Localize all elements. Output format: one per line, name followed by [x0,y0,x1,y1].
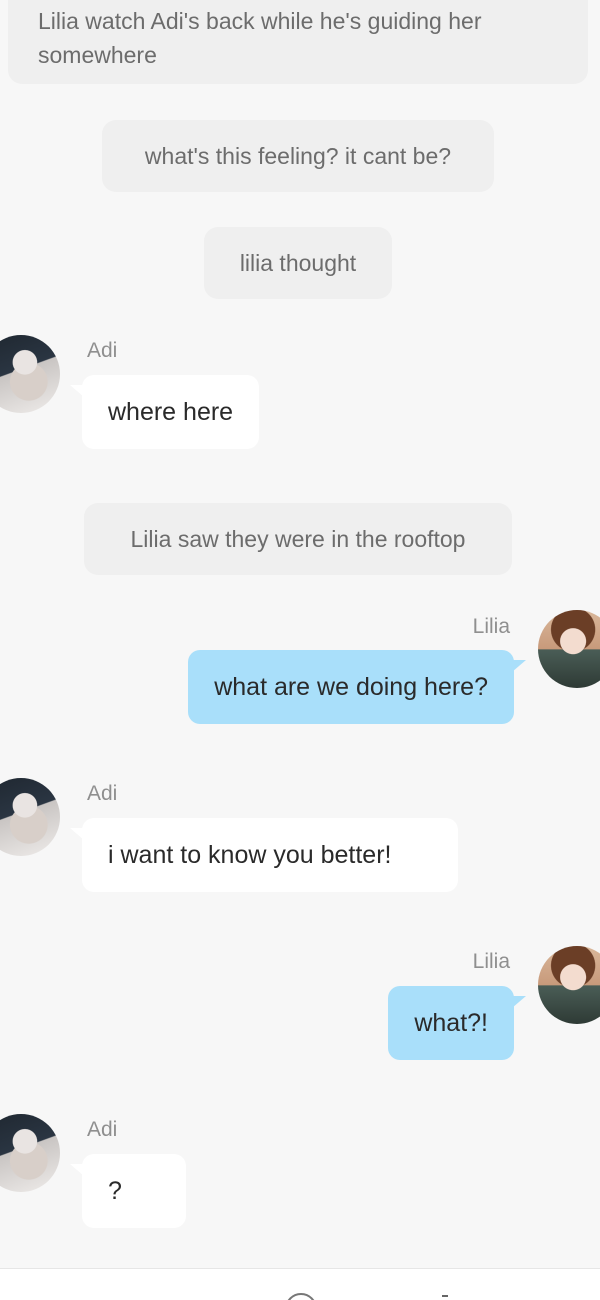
toolbar-icon[interactable] [442,1295,448,1297]
sender-name-adi: Adi [87,782,118,805]
chat-screen: Lilia watch Adi's back while he's guidin… [0,0,600,1300]
bottom-toolbar [0,1268,600,1300]
adi-message-bubble[interactable]: where here [69,375,260,449]
adi-message-bubble[interactable]: ? [70,1154,186,1228]
narration-message: what's this feeling? it cant be? [102,120,494,192]
lilia-message-bubble[interactable]: what?! [388,986,526,1060]
sender-name-adi: Adi [87,1118,118,1141]
lilia-avatar[interactable] [538,946,600,1024]
narration-message: Lilia watch Adi's back while he's guidin… [8,0,588,84]
sender-name-lilia: Lilia [472,950,510,973]
adi-avatar[interactable] [0,778,60,856]
adi-avatar[interactable] [0,1114,60,1192]
narration-message: Lilia saw they were in the rooftop [84,503,512,575]
sender-name-adi: Adi [87,339,118,362]
sender-name-lilia: Lilia [472,615,510,638]
narration-message: lilia thought [204,227,392,299]
circle-icon[interactable] [285,1293,317,1300]
adi-message-bubble[interactable]: i want to know you better! [70,818,458,892]
adi-avatar[interactable] [0,335,60,413]
lilia-avatar[interactable] [538,610,600,688]
lilia-message-bubble[interactable]: what are we doing here? [188,650,526,724]
